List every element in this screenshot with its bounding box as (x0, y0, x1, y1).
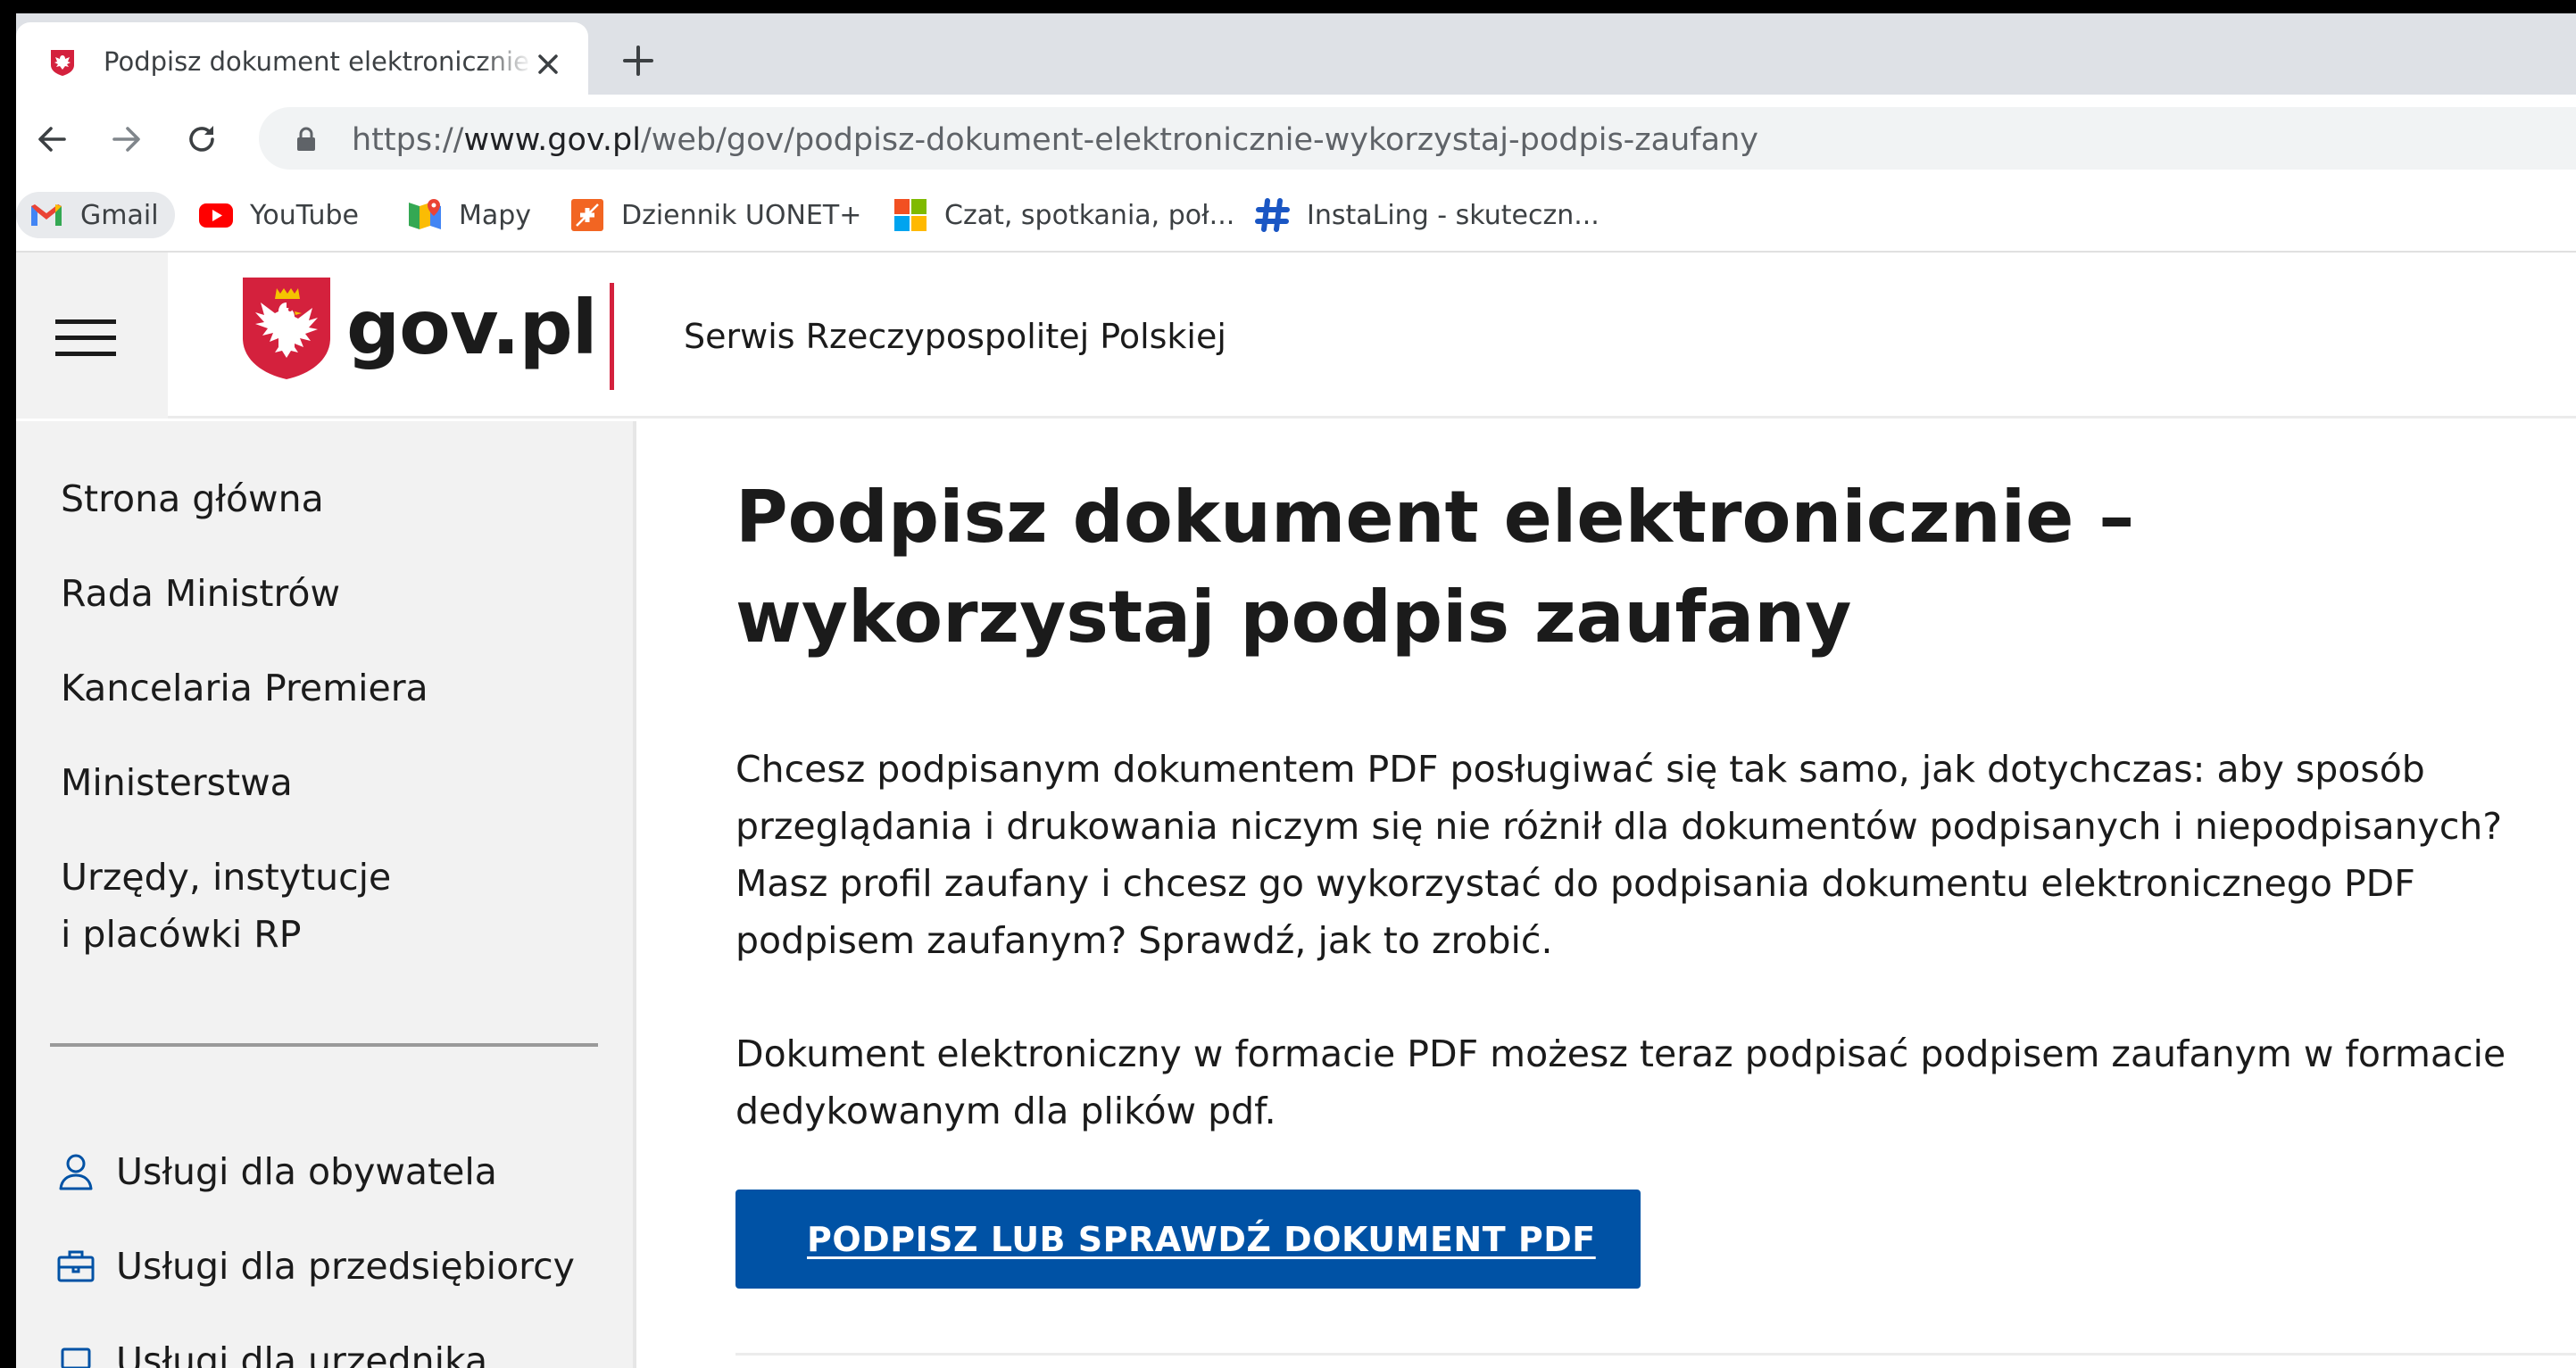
sidebar-item-home[interactable]: Strona główna (61, 470, 324, 527)
sidebar-service-official[interactable]: Usługi dla urzędnika (55, 1332, 487, 1368)
site-header: gov.pl Serwis Rzeczypospolitej Polskiej (16, 253, 2576, 419)
sidebar-service-business[interactable]: Usługi dla przedsiębiorcy (55, 1238, 575, 1295)
sidebar-divider (50, 1043, 598, 1047)
sidebar: Strona główna Rada Ministrów Kancelaria … (16, 421, 636, 1368)
header-divider (610, 283, 614, 390)
bookmark-maps[interactable]: Mapy (407, 192, 531, 238)
sign-pdf-button-label: PODPISZ LUB SPRAWDŹ DOKUMENT PDF (807, 1219, 1596, 1259)
briefcase-icon (57, 1250, 95, 1282)
body-paragraph: Dokument elektroniczny w formacie PDF mo… (735, 1032, 2506, 1132)
forward-arrow-icon[interactable] (109, 121, 145, 157)
sidebar-service-citizen[interactable]: Usługi dla obywatela (55, 1143, 497, 1200)
bookmarks-bar: Gmail YouTube Mapy Dziennik UONET+ Czat,… (16, 179, 2576, 253)
sidebar-item-prime-minister-office[interactable]: Kancelaria Premiera (61, 659, 428, 717)
back-arrow-icon[interactable] (34, 121, 70, 157)
person-icon (59, 1154, 93, 1190)
maps-icon (409, 199, 441, 229)
uonet-icon (571, 199, 603, 231)
service-name: Serwis Rzeczypospolitej Polskiej (684, 317, 1226, 356)
main-content: Podpisz dokument elektronicznie – wykorz… (636, 421, 2576, 1368)
bookmark-instaling[interactable]: InstaLing - skuteczn... (1255, 192, 1600, 238)
browser-toolbar: https://www.gov.pl/web/gov/podpisz-dokum… (16, 95, 2576, 179)
hamburger-icon (55, 319, 116, 356)
site-logo[interactable]: gov.pl (346, 284, 598, 371)
gov-favicon-icon (51, 50, 74, 76)
url-text: https://www.gov.pl/web/gov/podpisz-dokum… (352, 122, 1758, 158)
sign-pdf-button[interactable]: PODPISZ LUB SPRAWDŹ DOKUMENT PDF (735, 1190, 1641, 1289)
reload-icon[interactable] (184, 121, 220, 157)
close-icon[interactable] (536, 52, 561, 77)
bookmark-gmail[interactable]: Gmail (16, 192, 175, 238)
bookmark-uonet[interactable]: Dziennik UONET+ (569, 192, 861, 238)
tab-strip: Podpisz dokument elektronicznie – wykorz… (16, 13, 2576, 95)
microsoft-icon (894, 199, 927, 231)
instaling-icon (1255, 198, 1290, 232)
gmail-icon (31, 204, 62, 226)
tab-title: Podpisz dokument elektronicznie – wykorz… (104, 46, 532, 77)
sidebar-item-offices[interactable]: Urzędy, instytucje i placówki RP (61, 849, 391, 963)
polish-eagle-emblem-icon[interactable] (241, 276, 332, 381)
bookmark-youtube[interactable]: YouTube (198, 192, 359, 238)
intro-paragraph: Chcesz podpisanym dokumentem PDF posługi… (735, 748, 2503, 962)
menu-button[interactable] (16, 253, 168, 419)
page-title: Podpisz dokument elektronicznie – wykorz… (735, 476, 2135, 659)
content-divider (735, 1353, 2576, 1356)
bookmark-microsoft[interactable]: Czat, spotkania, poł... (893, 192, 1234, 238)
new-tab-plus-icon[interactable] (621, 44, 655, 78)
address-bar[interactable]: https://www.gov.pl/web/gov/podpisz-dokum… (259, 107, 2576, 170)
browser-window: Podpisz dokument elektronicznie – wykorz… (16, 13, 2576, 1368)
browser-tab[interactable]: Podpisz dokument elektronicznie – wykorz… (16, 22, 588, 95)
sidebar-item-council-of-ministers[interactable]: Rada Ministrów (61, 565, 340, 622)
youtube-icon (199, 203, 233, 228)
lock-icon (297, 127, 315, 151)
laptop-icon (61, 1347, 91, 1368)
sidebar-item-ministries[interactable]: Ministerstwa (61, 754, 293, 811)
